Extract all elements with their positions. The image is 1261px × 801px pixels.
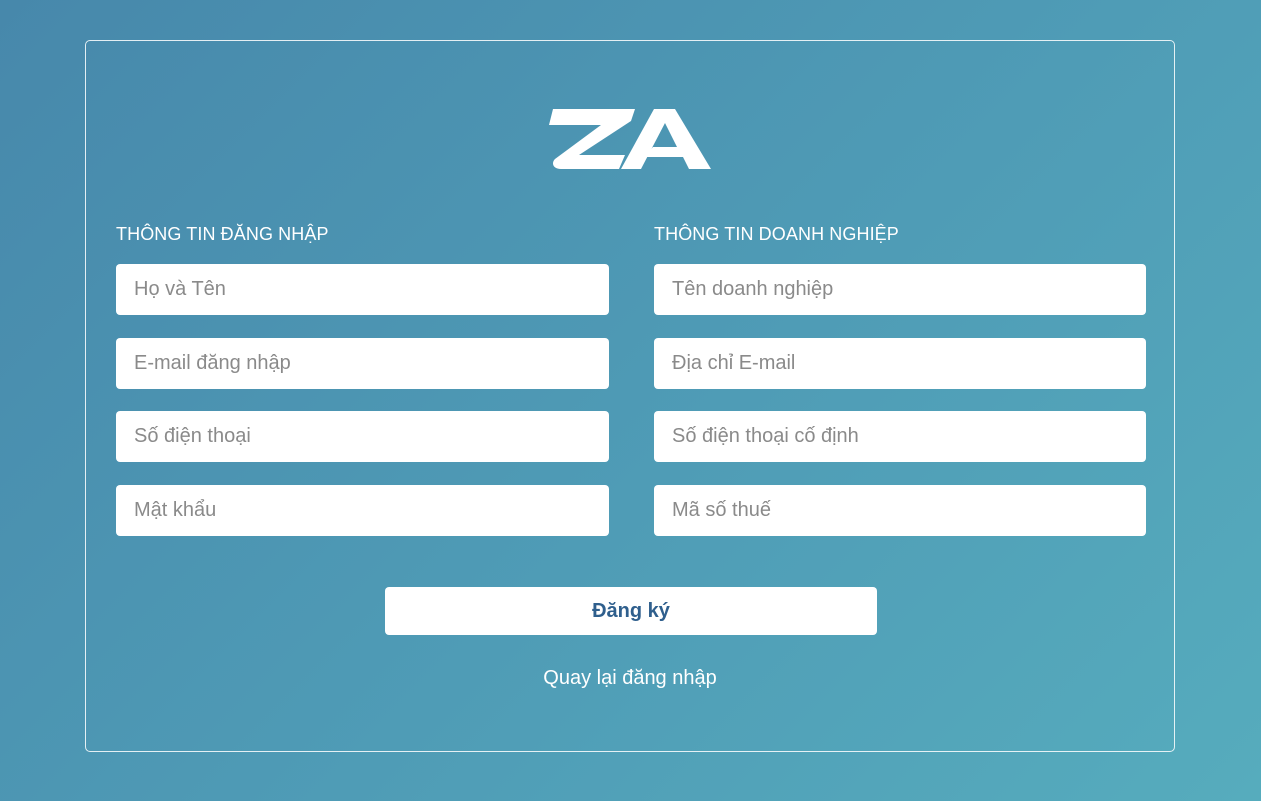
- full-name-input[interactable]: [116, 264, 609, 315]
- login-info-title: THÔNG TIN ĐĂNG NHẬP: [116, 224, 329, 244]
- company-email-input[interactable]: [654, 337, 1146, 389]
- business-info-title: THÔNG TIN DOANH NGHIỆP: [654, 224, 899, 244]
- password-input[interactable]: [116, 484, 609, 536]
- logo: [549, 107, 713, 171]
- landline-input[interactable]: [654, 411, 1146, 462]
- za-logo-icon: [549, 109, 711, 169]
- register-card: THÔNG TIN ĐĂNG NHẬP THÔNG TIN DOANH NGHI…: [85, 40, 1175, 752]
- company-name-input[interactable]: [654, 264, 1146, 315]
- register-button[interactable]: Đăng ký: [385, 587, 877, 635]
- tax-code-input[interactable]: [654, 484, 1146, 536]
- login-info-section: THÔNG TIN ĐĂNG NHẬP: [116, 223, 609, 558]
- back-to-login-link[interactable]: Quay lại đăng nhập: [86, 666, 1174, 690]
- business-info-section: THÔNG TIN DOANH NGHIỆP: [654, 223, 1146, 558]
- phone-input[interactable]: [116, 411, 609, 462]
- login-email-input[interactable]: [116, 337, 609, 389]
